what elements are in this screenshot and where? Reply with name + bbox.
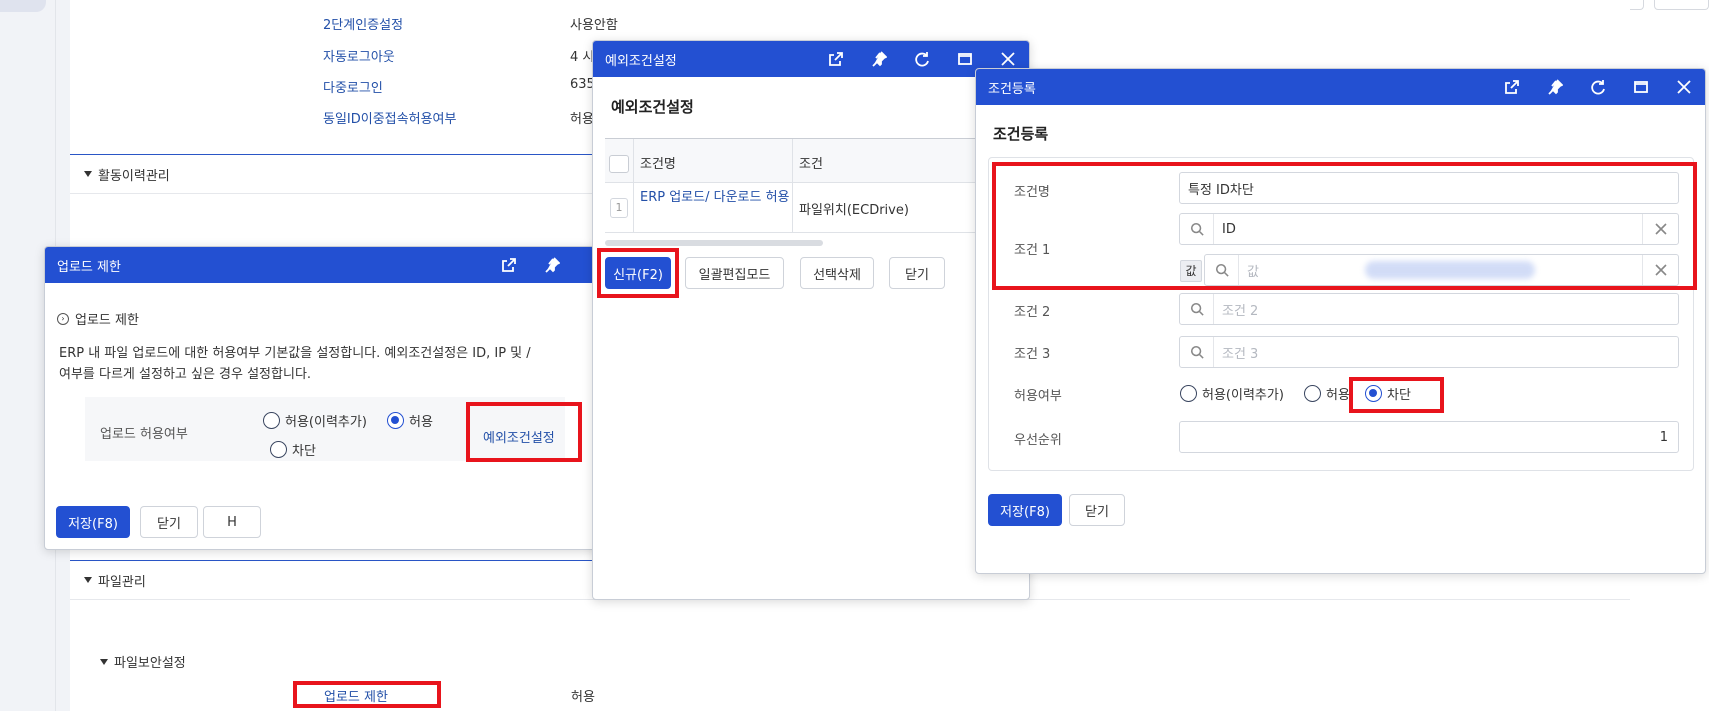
exception-table: 조건명 조건 1 ERP 업로드/ 다운로드 허용 파일위치(ECDrive) bbox=[605, 138, 1029, 236]
rail-tab[interactable] bbox=[0, 0, 46, 12]
top-control-right[interactable] bbox=[1654, 0, 1709, 10]
dialog-header: 업로드 제한 bbox=[45, 247, 603, 283]
radio-allow-log[interactable]: 허용(이력추가) bbox=[1180, 384, 1284, 403]
setting-label-duplicate-id: 동일ID이중접속허용여부 bbox=[323, 112, 457, 127]
column-header-name: 조건명 bbox=[640, 157, 676, 172]
col-divider bbox=[792, 183, 793, 233]
priority-label: 우선순위 bbox=[1014, 433, 1062, 448]
horizontal-scrollbar[interactable] bbox=[605, 240, 823, 246]
radio-circle-selected[interactable] bbox=[387, 412, 404, 429]
upload-field-label: 업로드 허용여부 bbox=[100, 427, 188, 442]
bulk-edit-button[interactable]: 일괄편집모드 bbox=[685, 257, 784, 289]
dialog-header: 예외조건설정 bbox=[593, 41, 1029, 77]
radio-circle[interactable] bbox=[263, 412, 280, 429]
condition2-placeholder: 조건 2 bbox=[1222, 303, 1259, 319]
radio-block[interactable]: 차단 bbox=[270, 440, 316, 459]
exception-settings-dialog: 예외조건설정 예외조건설정 조건명 조건 1 ERP 업로드/ 다운로드 허용 … bbox=[592, 40, 1030, 600]
radio-allow[interactable]: 허용 bbox=[1304, 384, 1350, 403]
popout-icon[interactable] bbox=[487, 247, 530, 283]
condition-register-dialog: 조건등록 조건등록 조건명 특정 ID차단 조건 1 ID 값 값 조건 2 조… bbox=[975, 68, 1706, 574]
condition-heading: 조건등록 bbox=[993, 125, 1049, 143]
h-button[interactable]: H bbox=[203, 506, 261, 538]
table-header-row: 조건명 조건 bbox=[605, 139, 1029, 183]
setting-label-multi-login: 다중로그인 bbox=[323, 81, 383, 96]
priority-input[interactable]: 1 bbox=[1179, 421, 1679, 453]
pin-icon[interactable] bbox=[1533, 69, 1576, 105]
highlight-upload-limit bbox=[293, 681, 441, 708]
priority-value: 1 bbox=[1659, 429, 1668, 445]
dialog-title: 예외조건설정 bbox=[605, 53, 677, 69]
setting-value-auto-logout: 4 시 bbox=[570, 50, 595, 65]
upload-description: ERP 내 파일 업로드에 대한 허용여부 기본값을 설정합니다. 예외조건설정… bbox=[59, 343, 531, 385]
allow-label: 허용여부 bbox=[1014, 389, 1062, 404]
highlight-block-radio bbox=[1349, 377, 1444, 413]
radio-allow-label: 허용 bbox=[409, 415, 433, 430]
collapse-triangle-icon bbox=[84, 577, 92, 583]
dialog-title: 업로드 제한 bbox=[57, 259, 121, 275]
row-number: 1 bbox=[610, 198, 628, 218]
subsection-file-security[interactable]: 파일보안설정 bbox=[100, 652, 186, 671]
collapse-triangle-icon bbox=[100, 658, 108, 665]
setting-label-2fa: 2단계인증설정 bbox=[323, 18, 404, 33]
condition2-label: 조건 2 bbox=[1014, 305, 1051, 320]
table-row[interactable]: 1 ERP 업로드/ 다운로드 허용 파일위치(ECDrive) bbox=[605, 183, 1029, 233]
row-condition-name[interactable]: ERP 업로드/ 다운로드 허용 bbox=[640, 189, 790, 207]
dialog-header: 조건등록 bbox=[976, 69, 1705, 105]
condition3-placeholder: 조건 3 bbox=[1222, 346, 1259, 362]
popout-icon[interactable] bbox=[1490, 69, 1533, 105]
search-icon[interactable] bbox=[1180, 294, 1214, 324]
radio-allow-log[interactable]: 허용(이력추가) bbox=[263, 411, 367, 430]
setting-label-auto-logout: 자동로그아웃 bbox=[323, 50, 395, 65]
setting-value-2fa: 사용안함 bbox=[570, 18, 618, 33]
upload-heading-text: 업로드 제한 bbox=[75, 313, 139, 328]
upload-limit-value: 허용 bbox=[571, 690, 595, 705]
subsection-file-security-title: 파일보안설정 bbox=[114, 656, 186, 671]
maximize-icon[interactable] bbox=[1619, 69, 1662, 105]
select-all-checkbox[interactable] bbox=[609, 155, 629, 173]
info-circle-icon: › bbox=[57, 312, 69, 325]
pin-icon[interactable] bbox=[857, 41, 900, 77]
dialog-title: 조건등록 bbox=[988, 81, 1036, 97]
condition3-label: 조건 3 bbox=[1014, 347, 1051, 362]
column-header-condition: 조건 bbox=[799, 157, 823, 172]
highlight-exception-link bbox=[466, 402, 582, 462]
radio-allow-log-label: 허용(이력추가) bbox=[285, 415, 367, 430]
pin-icon[interactable] bbox=[530, 247, 573, 283]
upload-limit-dialog: 업로드 제한 › 업로드 제한 ERP 내 파일 업로드에 대한 허용여부 기본… bbox=[44, 246, 604, 550]
refresh-icon[interactable] bbox=[1576, 69, 1619, 105]
radio-allow-label: 허용 bbox=[1326, 388, 1350, 403]
save-button[interactable]: 저장(F8) bbox=[988, 494, 1062, 526]
delete-selected-button[interactable]: 선택삭제 bbox=[800, 257, 874, 289]
save-button[interactable]: 저장(F8) bbox=[56, 506, 130, 538]
highlight-condition-fields bbox=[992, 162, 1697, 290]
upload-description-line1: ERP 내 파일 업로드에 대한 허용여부 기본값을 설정합니다. 예외조건설정… bbox=[59, 346, 531, 361]
section-file-title: 파일관리 bbox=[98, 574, 146, 590]
search-icon[interactable] bbox=[1180, 337, 1214, 367]
radio-circle[interactable] bbox=[270, 441, 287, 458]
radio-circle[interactable] bbox=[1304, 385, 1321, 402]
radio-allow[interactable]: 허용 bbox=[387, 411, 433, 430]
close-button[interactable]: 닫기 bbox=[889, 257, 945, 289]
condition2-input[interactable]: 조건 2 bbox=[1179, 293, 1679, 325]
upload-description-line2: 여부를 다르게 설정하고 싶은 경우 설정합니다. bbox=[59, 367, 312, 382]
col-divider bbox=[633, 139, 634, 183]
row-condition-value: 파일위치(ECDrive) bbox=[799, 203, 909, 218]
collapse-triangle-icon bbox=[84, 171, 92, 177]
upload-heading: › 업로드 제한 bbox=[57, 309, 139, 328]
radio-circle[interactable] bbox=[1180, 385, 1197, 402]
close-button[interactable]: 닫기 bbox=[140, 506, 198, 538]
setting-value-duplicate-id: 허용 bbox=[570, 112, 594, 127]
col-divider bbox=[633, 183, 634, 233]
highlight-new-button bbox=[597, 248, 679, 298]
radio-allow-log-label: 허용(이력추가) bbox=[1202, 388, 1284, 403]
exception-heading: 예외조건설정 bbox=[611, 98, 694, 116]
col-divider bbox=[792, 139, 793, 183]
close-icon[interactable] bbox=[1662, 69, 1705, 105]
section-activity-title: 활동이력관리 bbox=[98, 168, 170, 184]
refresh-icon[interactable] bbox=[900, 41, 943, 77]
popout-icon[interactable] bbox=[814, 41, 857, 77]
radio-block-label: 차단 bbox=[292, 444, 316, 459]
condition3-input[interactable]: 조건 3 bbox=[1179, 336, 1679, 368]
close-button[interactable]: 닫기 bbox=[1069, 494, 1125, 526]
